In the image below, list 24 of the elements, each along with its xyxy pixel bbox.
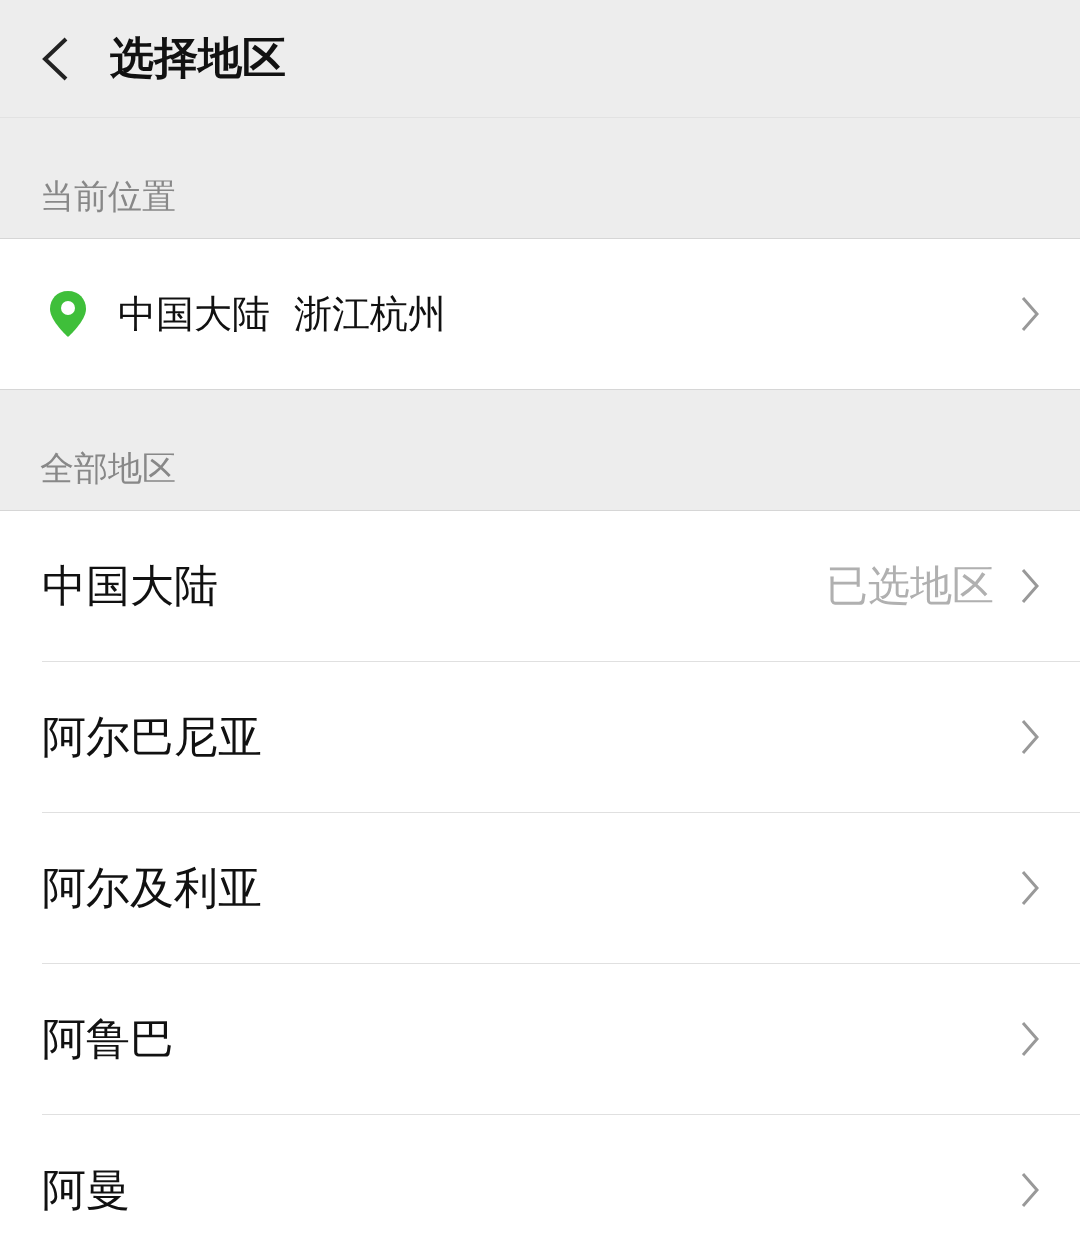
chevron-right-icon xyxy=(1020,718,1040,756)
region-name: 阿曼 xyxy=(42,1162,131,1217)
chevron-right-icon xyxy=(1020,567,1040,605)
region-row[interactable]: 阿尔及利亚 xyxy=(42,813,1080,964)
region-name: 阿尔巴尼亚 xyxy=(42,709,263,764)
chevron-right-icon xyxy=(1020,295,1040,333)
region-row[interactable]: 阿鲁巴 xyxy=(42,964,1080,1115)
chevron-right-icon xyxy=(1020,869,1040,907)
back-icon[interactable] xyxy=(40,35,70,82)
region-name: 阿尔及利亚 xyxy=(42,860,263,915)
region-name: 阿鲁巴 xyxy=(42,1011,175,1066)
selected-region-note: 已选地区 xyxy=(826,560,994,612)
location-pin-icon xyxy=(48,289,88,339)
section-label: 当前位置 xyxy=(40,175,176,218)
region-row[interactable]: 阿曼 xyxy=(42,1115,1080,1245)
chevron-right-icon xyxy=(1020,1171,1040,1209)
location-row[interactable]: 中国大陆 浙江杭州 xyxy=(0,239,1080,390)
chevron-right-icon xyxy=(1020,1020,1040,1058)
region-name: 中国大陆 xyxy=(42,558,219,613)
region-row[interactable]: 中国大陆 已选地区 xyxy=(42,511,1080,662)
section-label: 全部地区 xyxy=(40,447,176,490)
location-text: 中国大陆 浙江杭州 xyxy=(118,290,448,338)
region-row[interactable]: 阿尔巴尼亚 xyxy=(42,662,1080,813)
page-title: 选择地区 xyxy=(110,31,286,85)
